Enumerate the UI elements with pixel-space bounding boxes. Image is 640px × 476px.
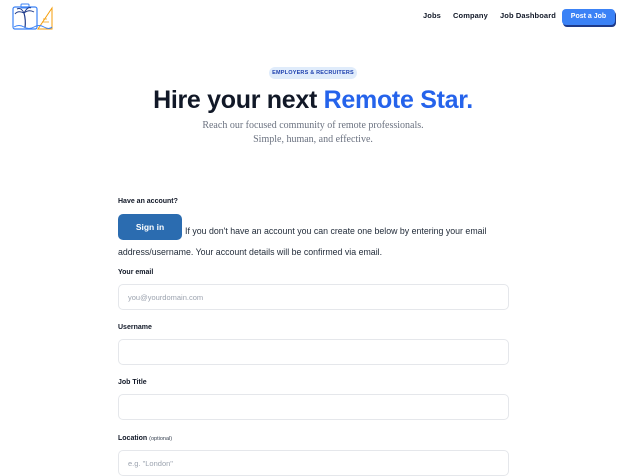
post-a-job-button[interactable]: Post a Job (562, 9, 615, 25)
email-field[interactable] (118, 284, 509, 310)
page-title: Hire your next Remote Star. (0, 86, 626, 115)
username-field[interactable] (118, 339, 509, 365)
nav-job-dashboard-link[interactable]: Job Dashboard (500, 11, 556, 20)
location-field[interactable] (118, 450, 509, 476)
location-label-text: Location (118, 435, 148, 442)
email-label: Your email (118, 269, 154, 276)
location-label: Location (optional) (118, 435, 172, 442)
sign-in-button[interactable]: Sign in (118, 214, 182, 240)
job-title-field[interactable] (118, 394, 509, 420)
title-main: Hire your next (153, 86, 324, 114)
employers-badge: EMPLOYERS & RECRUITERS (269, 67, 357, 79)
have-account-label: Have an account? (118, 198, 178, 205)
hero-subtitle-line1: Reach our focused community of remote pr… (202, 120, 424, 131)
username-label: Username (118, 324, 152, 331)
title-accent: Remote Star. (323, 86, 474, 114)
nav-jobs-link[interactable]: Jobs (423, 11, 441, 20)
location-optional-note: (optional) (149, 436, 173, 442)
hero-subtitle-line2: Simple, human, and effective. (253, 134, 373, 145)
job-title-label: Job Title (118, 379, 147, 386)
top-navigation: Jobs Company Job Dashboard Post a Job (0, 0, 640, 36)
nav-company-link[interactable]: Company (453, 11, 488, 20)
palm-tree-logo-icon[interactable] (12, 2, 54, 32)
